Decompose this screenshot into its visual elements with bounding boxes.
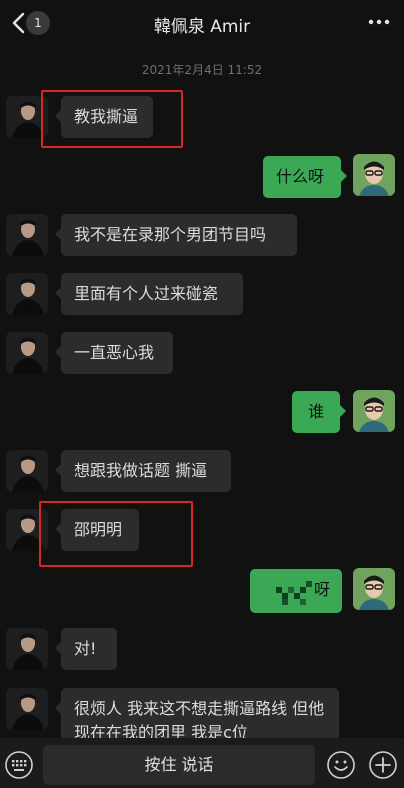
message-row: 呀	[0, 568, 404, 614]
message-bubble-incoming[interactable]: 一直恶心我	[55, 332, 173, 374]
message-row: 对!	[0, 628, 404, 672]
message-bubble-outgoing[interactable]: 谁	[292, 391, 346, 433]
highlight-box	[39, 501, 193, 567]
message-bubble-outgoing[interactable]: 什么呀	[263, 156, 347, 198]
contact-avatar[interactable]	[6, 688, 48, 730]
message-row: 什么呀	[0, 154, 404, 198]
contact-avatar[interactable]	[6, 214, 48, 256]
hold-to-talk-button[interactable]: 按住 说话	[43, 745, 315, 785]
message-bubble-incoming[interactable]: 里面有个人过来碰瓷	[55, 273, 243, 315]
contact-avatar[interactable]	[6, 273, 48, 315]
message-row: 想跟我做话题 撕逼	[0, 450, 404, 494]
highlight-box	[41, 90, 183, 148]
message-row: 里面有个人过来碰瓷	[0, 273, 404, 317]
plus-icon[interactable]	[368, 750, 398, 780]
message-row: 一直恶心我	[0, 332, 404, 376]
message-bubble-incoming[interactable]: 想跟我做话题 撕逼	[55, 450, 231, 492]
my-avatar[interactable]	[353, 154, 395, 196]
my-avatar[interactable]	[353, 568, 395, 610]
more-dots-icon[interactable]	[366, 12, 392, 32]
message-timestamp: 2021年2月4日 11:52	[141, 63, 263, 77]
message-row: 很烦人 我来这不想走撕逼路线 但他现在在我的团里 我是c位	[0, 688, 404, 754]
chat-title: 韓佩泉 Amir	[153, 17, 251, 37]
contact-avatar[interactable]	[6, 332, 48, 374]
message-bubble-incoming[interactable]: 对!	[55, 628, 117, 670]
obscured-message-visible-char: 呀	[314, 580, 331, 599]
contact-avatar[interactable]	[6, 450, 48, 492]
message-row: 谁	[0, 390, 404, 434]
chat-header: 1 韓佩泉 Amir	[0, 0, 404, 46]
input-toolbar: 按住 说话	[0, 738, 404, 788]
message-bubble-incoming[interactable]: 我不是在录那个男团节目吗	[55, 214, 297, 256]
message-bubble-outgoing[interactable]: 呀	[250, 569, 342, 613]
keyboard-icon[interactable]	[4, 750, 34, 780]
emoji-icon[interactable]	[326, 750, 356, 780]
contact-avatar[interactable]	[6, 628, 48, 670]
my-avatar[interactable]	[353, 390, 395, 432]
message-row: 我不是在录那个男团节目吗	[0, 214, 404, 258]
